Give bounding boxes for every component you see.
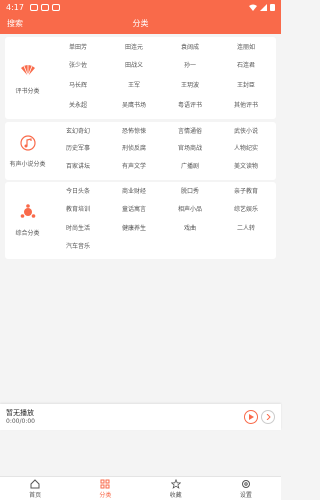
network-icon (20, 204, 35, 218)
category-item[interactable]: 言情通俗 (162, 125, 218, 139)
category-item[interactable]: 武侠小说 (218, 125, 274, 139)
category-item[interactable]: 戏曲 (162, 222, 218, 236)
page-title: 分类 (132, 19, 149, 28)
category-item[interactable]: 美文读物 (218, 160, 274, 174)
category-item[interactable]: 有声文学 (106, 160, 162, 174)
category-item[interactable]: 百家讲坛 (50, 160, 106, 174)
category-item[interactable]: 今日头条 (50, 185, 106, 199)
status-bar: 4:17 (0, 0, 281, 14)
category-item[interactable]: 单田芳 (50, 41, 106, 55)
category-header: 评书分类 (5, 37, 50, 119)
battery-icon (270, 4, 275, 11)
category-item[interactable]: 王军 (106, 79, 162, 93)
category-item[interactable]: 其他评书 (218, 99, 274, 113)
category-item[interactable]: 吴鹰书场 (106, 99, 162, 113)
category-item[interactable]: 官场商战 (162, 142, 218, 156)
category-item[interactable]: 童话寓言 (106, 203, 162, 217)
category-label: 有声小说分类 (9, 160, 46, 168)
tab-label: 收藏 (169, 491, 182, 499)
category-header: 综合分类 (5, 182, 50, 259)
category-item[interactable]: 王玥波 (162, 79, 218, 93)
category-header: 有声小说分类 (5, 122, 50, 180)
category-item[interactable]: 马长辉 (50, 79, 106, 93)
category-item[interactable]: 田连元 (106, 41, 162, 55)
chevron-right-icon (266, 414, 271, 420)
grid-icon (100, 479, 110, 488)
tab-label: 首页 (29, 491, 42, 499)
tab-label: 分类 (99, 491, 112, 499)
category-item[interactable]: 健康养生 (106, 222, 162, 236)
tab-home[interactable]: 首页 (0, 477, 70, 500)
category-item[interactable]: 连丽如 (218, 41, 274, 55)
category-label: 综合分类 (15, 230, 40, 237)
tab-category[interactable]: 分类 (70, 477, 140, 500)
category-card-general: 综合分类 今日头条 商业财经 脱口秀 亲子教育 教育培训 童话寓言 相声小品 综… (5, 182, 276, 259)
play-button[interactable] (244, 410, 258, 424)
category-item[interactable]: 王封臣 (218, 79, 274, 93)
tab-settings[interactable]: 设置 (211, 477, 281, 500)
star-icon (170, 478, 181, 489)
category-item[interactable]: 教育培训 (50, 203, 106, 217)
category-item[interactable]: 袁阔成 (162, 41, 218, 55)
category-item[interactable]: 粤语评书 (162, 99, 218, 113)
tab-favorites[interactable]: 收藏 (141, 477, 211, 500)
category-item[interactable]: 汽车音乐 (50, 240, 106, 254)
category-item[interactable]: 张少佐 (50, 59, 106, 73)
category-card-audiobook: 有声小说分类 玄幻奇幻 恐怖惊悚 言情通俗 武侠小说 历史军事 刑侦反腐 官场商… (5, 122, 276, 180)
gear-icon (241, 479, 250, 488)
home-icon (30, 478, 40, 488)
category-item[interactable]: 孙一 (162, 59, 218, 73)
notification-icon (51, 3, 60, 11)
wifi-icon (249, 4, 257, 11)
mini-player[interactable]: 暂无播放 0:00/0:00 (0, 404, 281, 430)
category-item[interactable]: 脱口秀 (162, 185, 218, 199)
category-item[interactable]: 相声小品 (162, 203, 218, 217)
category-item[interactable]: 亲子教育 (218, 185, 274, 199)
notification-icons (29, 3, 60, 11)
status-right (249, 3, 275, 11)
bottom-tab-bar: 首页 分类 收藏 设置 (0, 476, 281, 500)
fan-icon (20, 64, 35, 76)
tab-label: 设置 (239, 491, 252, 499)
category-item[interactable]: 历史军事 (50, 142, 106, 156)
play-icon (249, 414, 254, 420)
category-item[interactable]: 石连君 (218, 59, 274, 73)
category-item[interactable]: 人物纪实 (218, 142, 274, 156)
category-item[interactable]: 商业财经 (106, 185, 162, 199)
notification-icon (29, 3, 38, 11)
category-item[interactable]: 田战义 (106, 59, 162, 73)
category-item[interactable]: 刑侦反腐 (106, 142, 162, 156)
category-item[interactable]: 二人转 (218, 222, 274, 236)
status-time: 4:17 (6, 2, 24, 12)
category-label: 评书分类 (15, 87, 40, 95)
category-item[interactable]: 恐怖惊悚 (106, 125, 162, 139)
music-note-icon (19, 134, 36, 151)
category-card-pingshu: 评书分类 单田芳 田连元 袁阔成 连丽如 张少佐 田战义 孙一 石连君 马长辉 … (5, 37, 276, 119)
next-button[interactable] (261, 410, 275, 424)
app-bar: 搜索 分类 (0, 14, 281, 34)
signal-icon (260, 3, 267, 11)
category-item[interactable]: 时尚生活 (50, 222, 106, 236)
player-title: 暂无播放 (6, 409, 34, 417)
player-time: 0:00/0:00 (6, 418, 35, 425)
category-item[interactable]: 关永超 (50, 99, 106, 113)
category-item[interactable]: 广播剧 (162, 160, 218, 174)
category-item[interactable]: 玄幻奇幻 (50, 125, 106, 139)
notification-icon (40, 3, 49, 11)
category-item[interactable]: 综艺娱乐 (218, 203, 274, 217)
